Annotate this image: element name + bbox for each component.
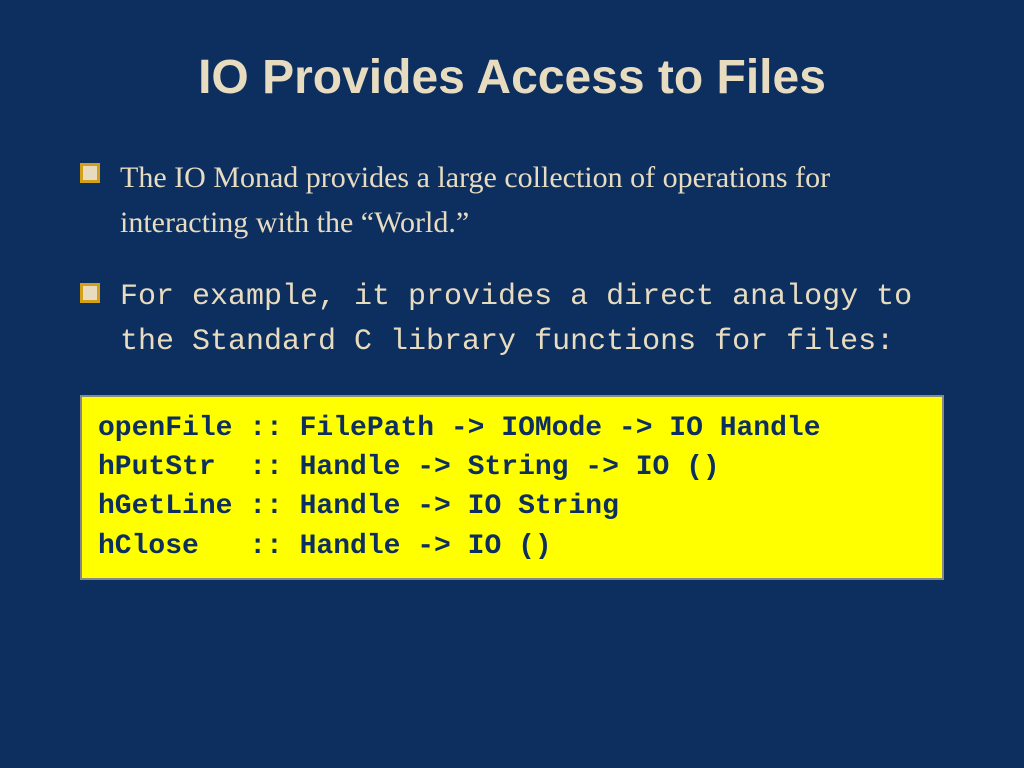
bullet-item: The IO Monad provides a large collection… bbox=[80, 155, 944, 245]
bullet-list: The IO Monad provides a large collection… bbox=[80, 155, 944, 365]
slide-container: IO Provides Access to Files The IO Monad… bbox=[0, 0, 1024, 768]
code-block: openFile :: FilePath -> IOMode -> IO Han… bbox=[80, 395, 944, 580]
bullet-text: The IO Monad provides a large collection… bbox=[120, 155, 944, 245]
bullet-marker-icon bbox=[80, 283, 100, 303]
slide-title: IO Provides Access to Files bbox=[80, 50, 944, 105]
bullet-text: For example, it provides a direct analog… bbox=[120, 275, 944, 365]
bullet-item: For example, it provides a direct analog… bbox=[80, 275, 944, 365]
bullet-marker-icon bbox=[80, 163, 100, 183]
